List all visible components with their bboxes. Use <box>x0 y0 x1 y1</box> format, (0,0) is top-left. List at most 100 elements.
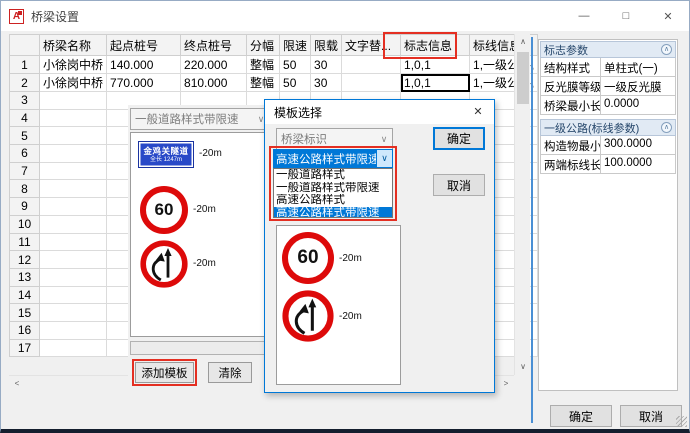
column-header[interactable]: 文字替... <box>342 35 401 56</box>
add-template-button[interactable]: 添加模板 <box>135 362 194 383</box>
column-header[interactable]: 分幅 <box>247 35 280 56</box>
dialog-ok-button[interactable]: 确定 <box>433 127 485 150</box>
table-cell[interactable] <box>40 321 107 339</box>
column-header[interactable]: 限载 <box>311 35 342 56</box>
dropdown-option[interactable]: 高速公路样式带限速 <box>274 207 392 219</box>
table-cell[interactable] <box>40 286 107 304</box>
table-cell[interactable]: 整幅 <box>247 56 280 74</box>
dropdown-option[interactable]: 高速公路样式 <box>274 194 392 207</box>
table-row: 1小徐岗中桥140.000220.000整幅50301,0,11,一级公路, <box>10 56 538 74</box>
property-group-header[interactable]: 标志参数 ∧ <box>540 41 676 58</box>
cancel-button[interactable]: 取消 <box>620 405 682 427</box>
table-cell[interactable]: 1,0,1 <box>401 56 470 74</box>
property-value[interactable]: 100.0000 <box>601 155 675 173</box>
table-cell[interactable] <box>40 251 107 269</box>
table-cell[interactable] <box>40 162 107 180</box>
row-number-cell[interactable]: 6 <box>10 145 40 163</box>
table-cell[interactable]: 770.000 <box>107 74 181 92</box>
group-title: 标志参数 <box>544 42 588 58</box>
table-cell[interactable] <box>342 56 401 74</box>
table-cell[interactable] <box>40 198 107 216</box>
table-cell[interactable] <box>40 268 107 286</box>
table-cell[interactable]: 50 <box>280 56 311 74</box>
row-number-cell[interactable]: 1 <box>10 56 40 74</box>
row-number-cell[interactable]: 10 <box>10 215 40 233</box>
table-cell[interactable]: 小徐岗中桥 <box>40 74 107 92</box>
row-number-cell[interactable]: 7 <box>10 162 40 180</box>
maximize-button[interactable]: □ <box>605 1 647 31</box>
ok-button[interactable]: 确定 <box>550 405 612 427</box>
column-header[interactable]: 桥梁名称 <box>40 35 107 56</box>
row-number-cell[interactable]: 16 <box>10 321 40 339</box>
table-cell[interactable]: 30 <box>311 74 342 92</box>
table-cell[interactable]: 50 <box>280 74 311 92</box>
template-style-combobox[interactable]: 一般道路样式带限速 ∨ <box>130 108 270 130</box>
column-header[interactable]: 起点桩号 <box>107 35 181 56</box>
table-cell[interactable]: 810.000 <box>181 74 247 92</box>
resize-grip[interactable] <box>676 416 687 427</box>
close-button[interactable]: ✕ <box>647 1 689 31</box>
style-dropdown-list: 一般道路样式一般道路样式带限速高速公路样式高速公路样式带限速 <box>273 168 393 218</box>
row-number-cell[interactable]: 5 <box>10 127 40 145</box>
chevron-down-icon[interactable]: ∨ <box>376 150 392 167</box>
table-cell[interactable]: 30 <box>311 56 342 74</box>
scroll-down-icon[interactable]: ∨ <box>515 359 531 375</box>
collapse-icon[interactable]: ∧ <box>661 122 672 133</box>
property-value[interactable]: 300.0000 <box>601 136 675 154</box>
table-cell[interactable] <box>40 92 107 110</box>
table-cell[interactable] <box>342 74 401 92</box>
chevron-down-icon[interactable]: ∨ <box>376 134 392 145</box>
dialog-cancel-button[interactable]: 取消 <box>433 174 485 196</box>
row-number-cell[interactable]: 4 <box>10 109 40 127</box>
scroll-up-icon[interactable]: ∧ <box>515 34 531 50</box>
table-cell[interactable]: 小徐岗中桥 <box>40 56 107 74</box>
collapse-icon[interactable]: ∧ <box>661 44 672 55</box>
scrollbar-thumb[interactable] <box>517 52 529 104</box>
property-label: 构造物最小... <box>541 136 601 154</box>
table-cell[interactable]: 140.000 <box>107 56 181 74</box>
property-value[interactable]: 一级反光膜 <box>601 77 675 95</box>
row-number-cell[interactable]: 13 <box>10 268 40 286</box>
property-value[interactable]: 0.0000 <box>601 96 675 114</box>
row-number-cell[interactable]: 11 <box>10 233 40 251</box>
clear-button[interactable]: 清除 <box>208 362 252 383</box>
column-header[interactable]: 标志信息 <box>401 35 470 56</box>
property-value[interactable]: 单柱式(一) <box>601 58 675 76</box>
vertical-scrollbar[interactable]: ∧ ∨ <box>514 34 530 375</box>
dialog-close-icon[interactable]: ✕ <box>462 100 494 124</box>
sign-offset-label: -20m <box>199 148 222 159</box>
dropdown-option[interactable]: 一般道路样式带限速 <box>274 182 392 195</box>
property-group-header[interactable]: 一级公路(标线参数)∧ <box>540 119 676 136</box>
scroll-right-icon[interactable]: > <box>498 376 514 392</box>
table-cell[interactable]: 220.000 <box>181 56 247 74</box>
row-number-cell[interactable]: 15 <box>10 304 40 322</box>
table-cell[interactable] <box>40 339 107 357</box>
table-cell[interactable] <box>40 233 107 251</box>
style-combobox-open[interactable]: 高速公路样式带限速 ∨ <box>273 149 393 168</box>
column-header[interactable]: 限速 <box>280 35 311 56</box>
property-label: 结构样式 <box>541 58 601 76</box>
row-number-cell[interactable]: 3 <box>10 92 40 110</box>
table-cell[interactable] <box>40 304 107 322</box>
table-cell[interactable] <box>40 215 107 233</box>
table-cell[interactable] <box>40 145 107 163</box>
property-panel: 标志参数∧结构样式单柱式(一)反光膜等级一级反光膜桥梁最小长0.0000一级公路… <box>538 39 678 391</box>
table-cell[interactable]: 整幅 <box>247 74 280 92</box>
dropdown-option[interactable]: 一般道路样式 <box>274 169 392 182</box>
table-cell[interactable] <box>40 109 107 127</box>
minimize-button[interactable]: — <box>563 1 605 31</box>
row-number-cell[interactable]: 14 <box>10 286 40 304</box>
table-cell[interactable] <box>40 180 107 198</box>
scroll-left-icon[interactable]: < <box>9 376 25 392</box>
corner-header-cell[interactable] <box>10 35 40 56</box>
row-number-cell[interactable]: 12 <box>10 251 40 269</box>
row-number-cell[interactable]: 9 <box>10 198 40 216</box>
panel-splitter[interactable] <box>531 37 533 423</box>
category-combobox[interactable]: 桥梁标识 ∨ <box>276 128 393 150</box>
row-number-cell[interactable]: 2 <box>10 74 40 92</box>
column-header[interactable]: 终点桩号 <box>181 35 247 56</box>
row-number-cell[interactable]: 8 <box>10 180 40 198</box>
row-number-cell[interactable]: 17 <box>10 339 40 357</box>
table-cell[interactable] <box>40 127 107 145</box>
table-cell[interactable]: 1,0,1 <box>401 74 470 92</box>
